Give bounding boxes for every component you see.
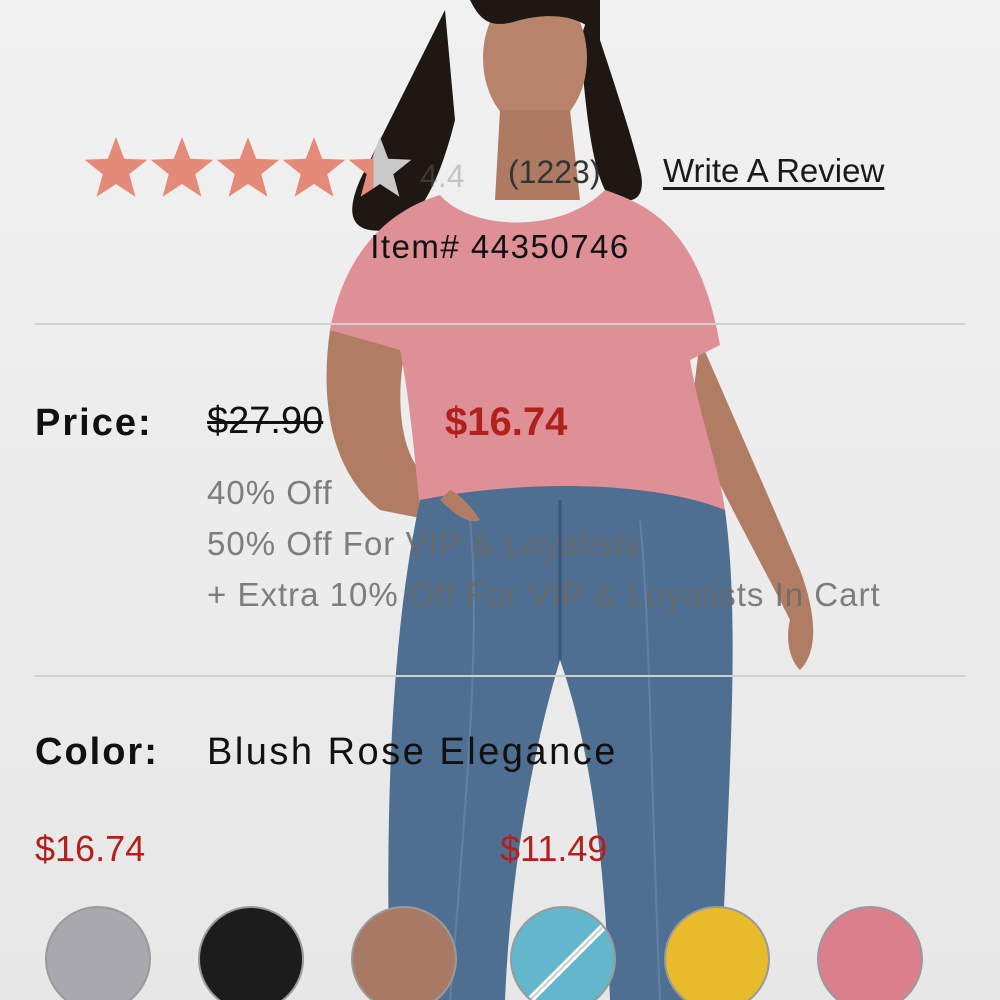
product-detail-panel: 4.4 (1223) Write A Review Item# 44350746… <box>0 0 1000 1000</box>
star-icon <box>216 137 280 197</box>
swatch-price: $16.74 <box>35 828 146 869</box>
rating-value: 4.4 <box>420 158 465 194</box>
selected-color-name: Blush Rose Elegance <box>207 731 618 773</box>
blush-rose-swatch[interactable] <box>817 906 923 1000</box>
unavailable-slash-icon <box>527 919 611 1000</box>
mustard-swatch[interactable] <box>664 906 770 1000</box>
write-review-link[interactable]: Write A Review <box>663 152 884 190</box>
promo-line: 50% Off For VIP & Loyalists <box>207 525 642 562</box>
item-number: Item# 44350746 <box>370 228 630 265</box>
color-label: Color: <box>35 731 159 773</box>
black-swatch[interactable] <box>198 906 304 1000</box>
aqua-swatch[interactable] <box>510 906 616 1000</box>
promo-line: 40% Off <box>207 474 333 511</box>
mocha-swatch[interactable] <box>351 906 457 1000</box>
star-icon <box>282 137 346 197</box>
sale-price: $16.74 <box>445 400 568 444</box>
star-icon <box>84 137 148 197</box>
divider <box>35 323 965 325</box>
review-count[interactable]: (1223) <box>508 154 601 191</box>
original-price: $27.90 <box>207 400 324 442</box>
divider <box>35 675 965 677</box>
heather-grey-swatch[interactable] <box>45 906 151 1000</box>
swatch-price: $11.49 <box>500 828 608 869</box>
star-icon <box>348 137 412 197</box>
rating-stars <box>84 137 412 197</box>
star-icon <box>150 137 214 197</box>
promo-line: + Extra 10% Off For VIP & Loyalists In C… <box>207 576 881 613</box>
price-label: Price: <box>35 402 153 444</box>
